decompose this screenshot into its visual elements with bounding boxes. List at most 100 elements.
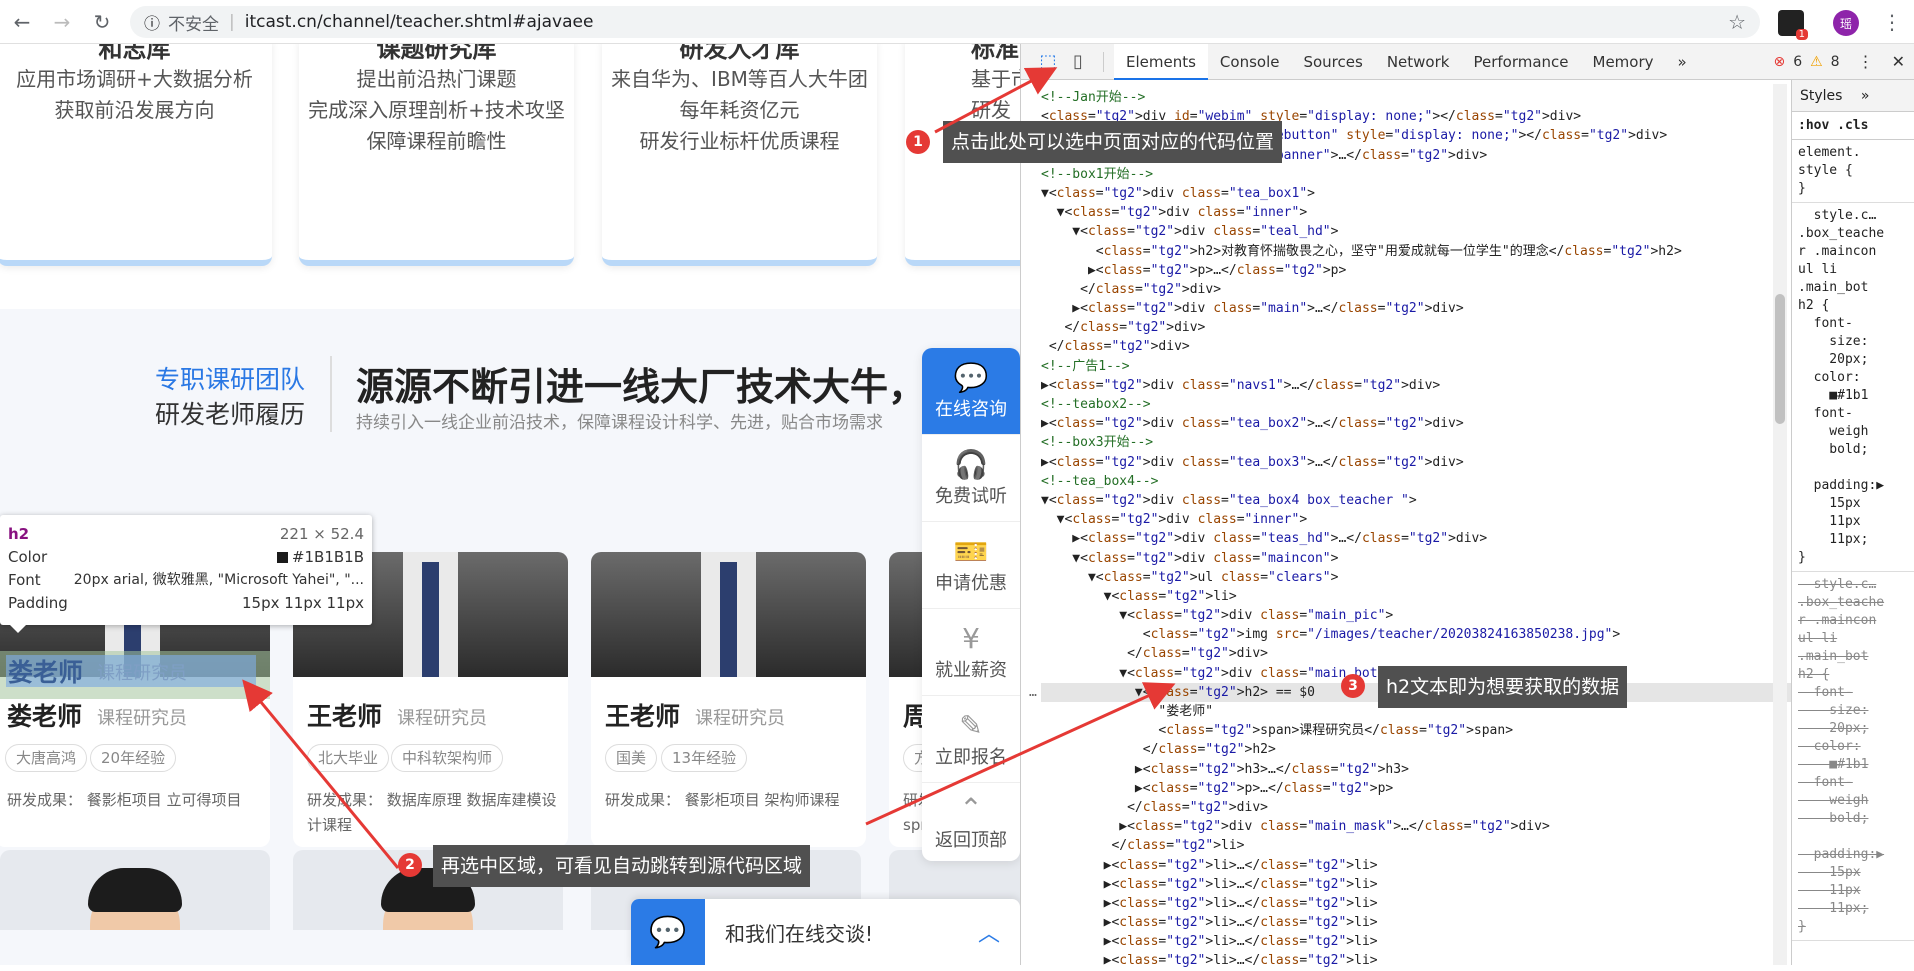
dom-node[interactable]: </class="tg2">h2> [1041,740,1791,759]
teacher-result: 研发成果： 数据库原理 数据库建模设计课程 [307,791,557,834]
styles-more-icon[interactable]: » [1861,88,1870,104]
dom-node[interactable]: ▼<class="tg2">div class="inner"> [1041,510,1791,529]
profile-avatar[interactable]: 瑶 [1833,10,1859,36]
dom-node[interactable]: ▼<class="tg2">li> [1041,587,1791,606]
styles-filter[interactable]: :hov .cls [1792,112,1914,140]
tab-styles[interactable]: Styles [1800,88,1842,104]
tab-network[interactable]: Network [1375,44,1462,80]
dom-node[interactable]: ▼<class="tg2">div class="main_pic"> [1041,606,1791,625]
back-icon[interactable]: ← [4,4,40,40]
inspect-element-icon[interactable]: ⬚ [1033,51,1063,72]
extension-icon[interactable]: 1 [1778,10,1808,40]
teacher-card[interactable]: 王老师 课程研究员 国美 13年经验 研发成果： 餐影柜项目 架构师课程 [591,552,866,847]
dom-node[interactable]: <!--广告1--> [1041,357,1791,376]
dom-node[interactable]: </class="tg2">div> [1041,337,1791,356]
dom-node[interactable]: <!--box3开始--> [1041,433,1791,452]
scrollbar-thumb[interactable] [1775,294,1785,424]
highlight-teacher-name: 娄老师 [8,658,84,687]
dom-node[interactable]: <!--teabox2--> [1041,395,1791,414]
tab-console[interactable]: Console [1208,44,1292,80]
chevron-up-icon[interactable]: ︿ [978,916,1000,948]
style-rule-overridden[interactable]: style.c… .box_teache r .maincon ul li .m… [1792,572,1914,941]
side-item-discount[interactable]: 🎫 申请优惠 [922,522,1020,609]
dom-node[interactable]: ▶<class="tg2">div class="tea_box3">…</cl… [1041,453,1791,472]
dom-node[interactable]: </class="tg2">div> [1041,280,1791,299]
dom-node[interactable]: <class="tg2">h2>对教育怀揣敬畏之心，坚守"用爱成就每一位学生"的… [1041,242,1791,261]
chat-icon: 💬 [953,361,989,394]
feature-card-title: 课题研究库 [376,44,497,63]
side-item-enroll[interactable]: ✎ 立即报名 [922,696,1020,783]
dom-node[interactable]: ▼<class="tg2">div class="teal_hd"> [1041,222,1791,241]
close-icon[interactable]: ✕ [1892,52,1905,71]
dom-node[interactable]: ▶<class="tg2">p>…</class="tg2">p> [1041,779,1791,798]
teacher-tag: 中科软架构师 [391,744,504,772]
forward-icon[interactable]: → [44,4,80,40]
address-bar[interactable]: ⓘ 不安全 | itcast.cn/channel/teacher.shtml#… [130,6,1760,38]
styles-pane: Styles » :hov .cls element. style { } st… [1791,80,1914,965]
dom-node[interactable]: </class="tg2">li> [1041,836,1791,855]
teacher-name: 王老师 [605,702,681,731]
dom-node[interactable]: ▼<class="tg2">div class="maincon"> [1041,549,1791,568]
dom-node[interactable]: ▶<class="tg2">div class="navs1">…</class… [1041,376,1791,395]
tab-performance[interactable]: Performance [1461,44,1580,80]
side-item-label: 在线咨询 [935,399,1007,420]
dom-node[interactable]: ▶<class="tg2">h3>…</class="tg2">h3> [1041,760,1791,779]
tooltip-font-value: 20px arial, 微软雅黑, "Microsoft Yahei", "..… [73,572,364,588]
dom-node[interactable]: <class="tg2">span>课程研究员</class="tg2">spa… [1041,721,1791,740]
devtools-status: ⊗ 6 ⚠ 8 ⋮ ✕ [1773,52,1905,71]
dom-node[interactable]: <!--tea_box4--> [1041,472,1791,491]
teacher-card[interactable] [0,850,270,930]
side-item-trial[interactable]: 🎧 免费试听 [922,435,1020,522]
dom-tree[interactable]: <!--Jan开始--> <class="tg2">div id="webim" … [1029,88,1791,968]
dom-node[interactable]: ▼<class="tg2">div class="inner"> [1041,203,1791,222]
warning-icon[interactable]: ⚠ [1810,54,1823,70]
dom-node[interactable]: ▶<class="tg2">li>…</class="tg2">li> [1041,894,1791,913]
dom-node[interactable]: ▶<class="tg2">div class="tea_box2">…</cl… [1041,414,1791,433]
node-more-icon[interactable]: … [1029,683,1037,702]
dom-node[interactable]: <!--Jan开始--> [1041,88,1791,107]
side-item-label: 免费试听 [935,486,1007,507]
feature-line: 获取前沿发展方向 [54,98,215,122]
side-item-consult[interactable]: 💬 在线咨询 [922,348,1020,435]
dom-node[interactable]: ▼<class="tg2">ul class="clears"> [1041,568,1791,587]
tab-memory[interactable]: Memory [1581,44,1666,80]
tab-elements[interactable]: Elements [1114,43,1208,80]
settings-kebab-icon[interactable]: ⋮ [1858,52,1874,71]
dom-node[interactable]: </class="tg2">div> [1041,318,1791,337]
tab-sources[interactable]: Sources [1291,44,1374,80]
style-rule[interactable]: style.c… .box_teache r .maincon ul li .m… [1792,203,1914,572]
side-item-salary[interactable]: ¥ 就业薪资 [922,609,1020,696]
dom-node[interactable]: </class="tg2">div> [1041,798,1791,817]
dom-node[interactable]: ▶<class="tg2">div class="main">…</class=… [1041,299,1791,318]
dom-tree-scrollbar[interactable] [1773,84,1787,965]
dom-node[interactable]: <!--box1开始--> [1041,165,1791,184]
dom-node[interactable]: ▼<class="tg2">div class="tea_box1"> [1041,184,1791,203]
dom-node[interactable]: ▼<class="tg2">div class="tea_box4 box_te… [1041,491,1791,510]
style-rule[interactable]: element. style { } [1792,140,1914,203]
tooltip-tag: h2 [8,525,30,543]
teacher-result: 研发成果： 餐影柜项目 架构师课程 [605,791,840,809]
dom-node[interactable]: ▶<class="tg2">div class="teas_hd">…</cla… [1041,529,1791,548]
side-item-top[interactable]: ⌃ 返回顶部 [922,783,1020,861]
dom-node[interactable]: ▶<class="tg2">li>…</class="tg2">li> [1041,951,1791,970]
headset-icon: 🎧 [953,448,989,481]
reload-icon[interactable]: ↻ [84,4,120,40]
inspect-tooltip: h2 221 × 52.4 Color #1B1B1B Font 20px arial… [0,515,372,633]
dom-node[interactable]: ▶<class="tg2">li>…</class="tg2">li> [1041,913,1791,932]
chat-bar[interactable]: 💬 和我们在线交谈! ︿ [631,899,1020,965]
error-icon[interactable]: ⊗ [1773,54,1785,70]
dom-node[interactable]: ▶<class="tg2">p>…</class="tg2">p> [1041,261,1791,280]
dom-node[interactable]: ▶<class="tg2">div class="main_mask">…</c… [1041,817,1791,836]
team-subtitle: 研发老师履历 [155,400,306,429]
info-icon[interactable]: ⓘ [144,10,160,34]
dom-node[interactable]: ▶<class="tg2">li>…</class="tg2">li> [1041,875,1791,894]
dom-node[interactable]: <class="tg2">img src="/images/teacher/20… [1041,625,1791,644]
device-toggle-icon[interactable]: ▯ [1063,51,1093,72]
dom-node[interactable]: ▶<class="tg2">li>…</class="tg2">li> [1041,856,1791,875]
more-tabs-icon[interactable]: » [1666,44,1699,80]
bookmark-star-icon[interactable]: ☆ [1728,10,1746,34]
tooltip-size: 221 × 52.4 [279,525,364,543]
menu-kebab-icon[interactable]: ⋮ [1874,4,1910,40]
dom-node[interactable]: ▶<class="tg2">li>…</class="tg2">li> [1041,932,1791,951]
dom-node[interactable]: </class="tg2">div> [1041,644,1791,663]
